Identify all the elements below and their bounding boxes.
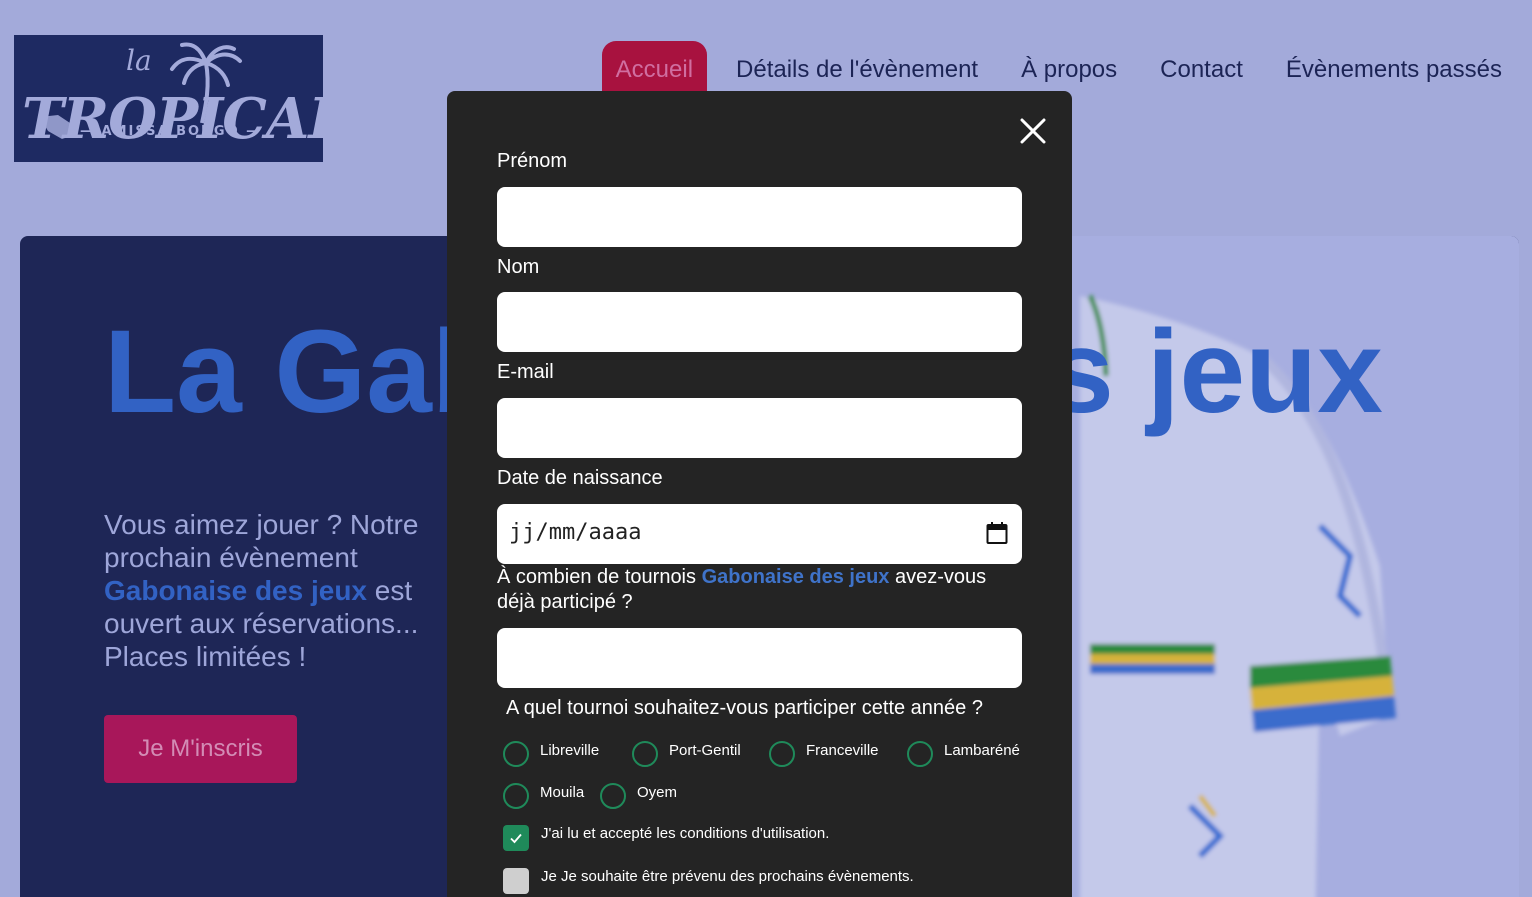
calendar-icon[interactable] (986, 521, 1008, 545)
radio-label-lambarene: Lambaréné (944, 741, 1020, 759)
radio-circle (600, 783, 626, 809)
email-input[interactable] (497, 398, 1022, 458)
site-logo[interactable]: la TROPICALE — AMISSA BONGO — (14, 35, 323, 162)
registration-modal: Prénom Nom E-mail Date de naissance jj/m… (447, 91, 1072, 897)
radio-circle (503, 783, 529, 809)
terms-label: J'ai lu et accepté les conditions d'util… (541, 825, 830, 842)
register-button[interactable]: Je M'inscris (104, 715, 297, 783)
last-name-input[interactable] (497, 292, 1022, 352)
checkmark-icon (510, 833, 522, 844)
logo-subtitle: — AMISSA BONGO — (80, 124, 262, 139)
logo-la-text: la (126, 44, 152, 77)
radio-label-oyem: Oyem (637, 783, 678, 801)
last-name-label: Nom (497, 256, 540, 278)
first-name-input[interactable] (497, 187, 1022, 247)
close-icon[interactable] (1019, 117, 1047, 145)
hero-text-part-2: évènement (219, 542, 358, 573)
radio-circle (632, 741, 658, 767)
hero-description: Vous aimez jouer ? Notre prochain évènem… (104, 508, 484, 673)
location-question: A quel tournoi souhaitez-vous participer… (506, 697, 983, 719)
radio-label-port-gentil: Port-Gentil (669, 741, 741, 759)
radio-circle (907, 741, 933, 767)
tournaments-question-highlight: Gabonaise des jeux (701, 566, 890, 588)
hero-text-highlight: Gabonaise des jeux (104, 575, 367, 606)
radio-circle (503, 741, 529, 767)
nav-past-events[interactable]: Évènements passés (1272, 41, 1516, 99)
birthdate-label: Date de naissance (497, 467, 663, 489)
first-name-label: Prénom (497, 150, 568, 172)
birthdate-placeholder: jj/mm/aaaa (509, 520, 642, 545)
newsletter-checkbox[interactable]: Je Je souhaite être prévenu des prochain… (503, 868, 914, 894)
radio-oyem[interactable]: Oyem (600, 783, 677, 809)
radio-label-mouila: Mouila (540, 783, 585, 801)
radio-lambarene[interactable]: Lambaréné (907, 741, 1020, 767)
radio-mouila[interactable]: Mouila (503, 783, 584, 809)
radio-port-gentil[interactable]: Port-Gentil (632, 741, 741, 767)
tournaments-count-input[interactable] (497, 628, 1022, 688)
main-nav: Accueil Détails de l'évènement À propos … (601, 41, 1516, 99)
email-label: E-mail (497, 361, 554, 383)
birthdate-input[interactable]: jj/mm/aaaa (497, 504, 1022, 564)
radio-label-franceville: Franceville (806, 741, 879, 759)
radio-libreville[interactable]: Libreville (503, 741, 599, 767)
nav-contact[interactable]: Contact (1146, 41, 1257, 99)
terms-checkbox[interactable]: J'ai lu et accepté les conditions d'util… (503, 825, 829, 851)
checkbox-unchecked (503, 868, 529, 894)
tournaments-count-question: À combien de tournois Gabonaise des jeux… (497, 565, 1027, 615)
radio-circle (769, 741, 795, 767)
checkbox-checked (503, 825, 529, 851)
radio-franceville[interactable]: Franceville (769, 741, 879, 767)
tournaments-question-start: À combien de tournois (497, 566, 697, 588)
radio-label-libreville: Libreville (540, 741, 600, 759)
newsletter-label: Je Je souhaite être prévenu des prochain… (541, 868, 914, 885)
